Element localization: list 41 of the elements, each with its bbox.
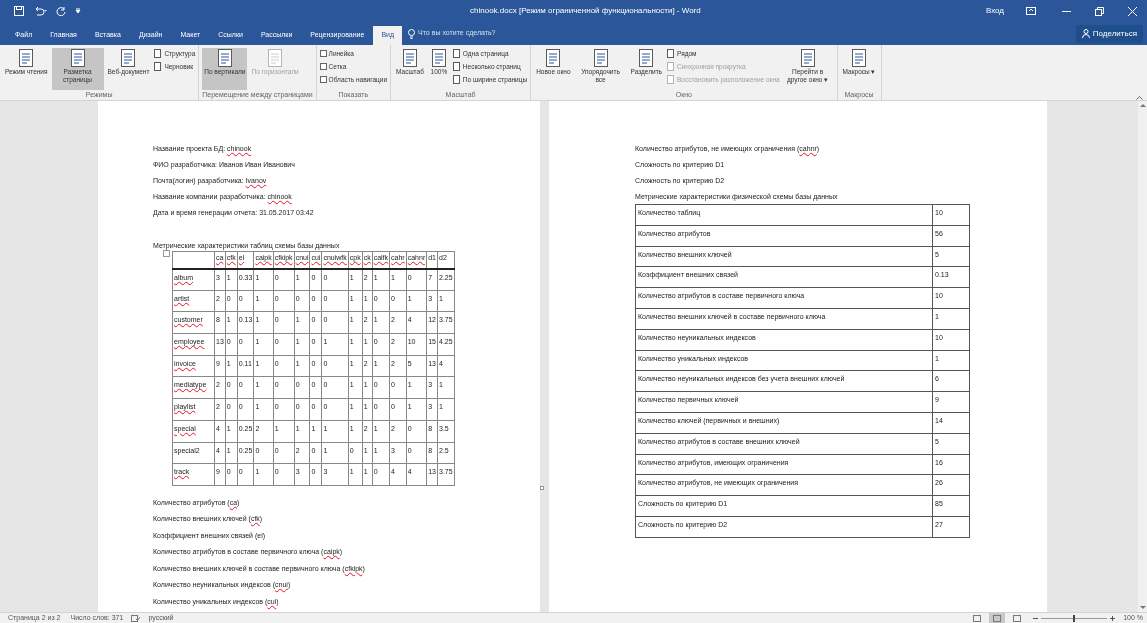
share-button[interactable]: Поделиться xyxy=(1075,24,1143,43)
page-icon xyxy=(973,614,982,622)
proofing-icon[interactable] xyxy=(131,614,141,622)
zoom-out-icon[interactable] xyxy=(1033,615,1039,621)
table-resize-handle[interactable] xyxy=(540,485,544,490)
page-icon xyxy=(544,48,563,68)
undo-icon[interactable] xyxy=(33,6,47,16)
scroll-up-icon[interactable] xyxy=(1139,103,1146,107)
page-icon xyxy=(68,48,87,68)
person-icon xyxy=(1081,29,1090,38)
page-icon xyxy=(266,48,285,68)
sign-in-link[interactable]: Вход xyxy=(985,5,1004,17)
page-icon xyxy=(400,48,419,68)
page-icon xyxy=(17,48,36,68)
page-icon xyxy=(215,48,234,68)
scroll-down-icon[interactable] xyxy=(1139,606,1146,610)
page-icon xyxy=(591,48,610,68)
window-title: chinook.docx [Режим ограниченной функциональности] - Word xyxy=(470,5,701,17)
view-mode-button[interactable] xyxy=(989,613,1006,623)
redo-icon[interactable] xyxy=(56,6,66,16)
zoom-slider-thumb[interactable] xyxy=(1073,614,1076,622)
restore-icon[interactable] xyxy=(1095,6,1104,16)
collapse-ribbon-icon[interactable] xyxy=(1136,95,1143,100)
page-icon xyxy=(637,48,656,68)
customize-caret-icon[interactable] xyxy=(75,8,81,14)
checkbox[interactable] xyxy=(319,63,327,71)
lightbulb-icon xyxy=(408,28,416,39)
checkbox[interactable] xyxy=(319,50,327,58)
page-icon xyxy=(119,48,138,68)
close-icon[interactable] xyxy=(1128,6,1137,16)
page-icon xyxy=(850,48,869,68)
page-icon xyxy=(1013,614,1022,622)
page-icon xyxy=(993,614,1002,622)
save-icon[interactable] xyxy=(14,6,24,16)
ribbon-display-icon[interactable] xyxy=(1026,7,1036,15)
checkbox[interactable] xyxy=(319,75,327,83)
page-icon xyxy=(429,48,448,68)
page-icon xyxy=(798,48,817,68)
scrollbar[interactable] xyxy=(1138,101,1147,612)
table-move-handle[interactable] xyxy=(163,250,170,257)
zoom-in-icon[interactable] xyxy=(1110,615,1116,621)
